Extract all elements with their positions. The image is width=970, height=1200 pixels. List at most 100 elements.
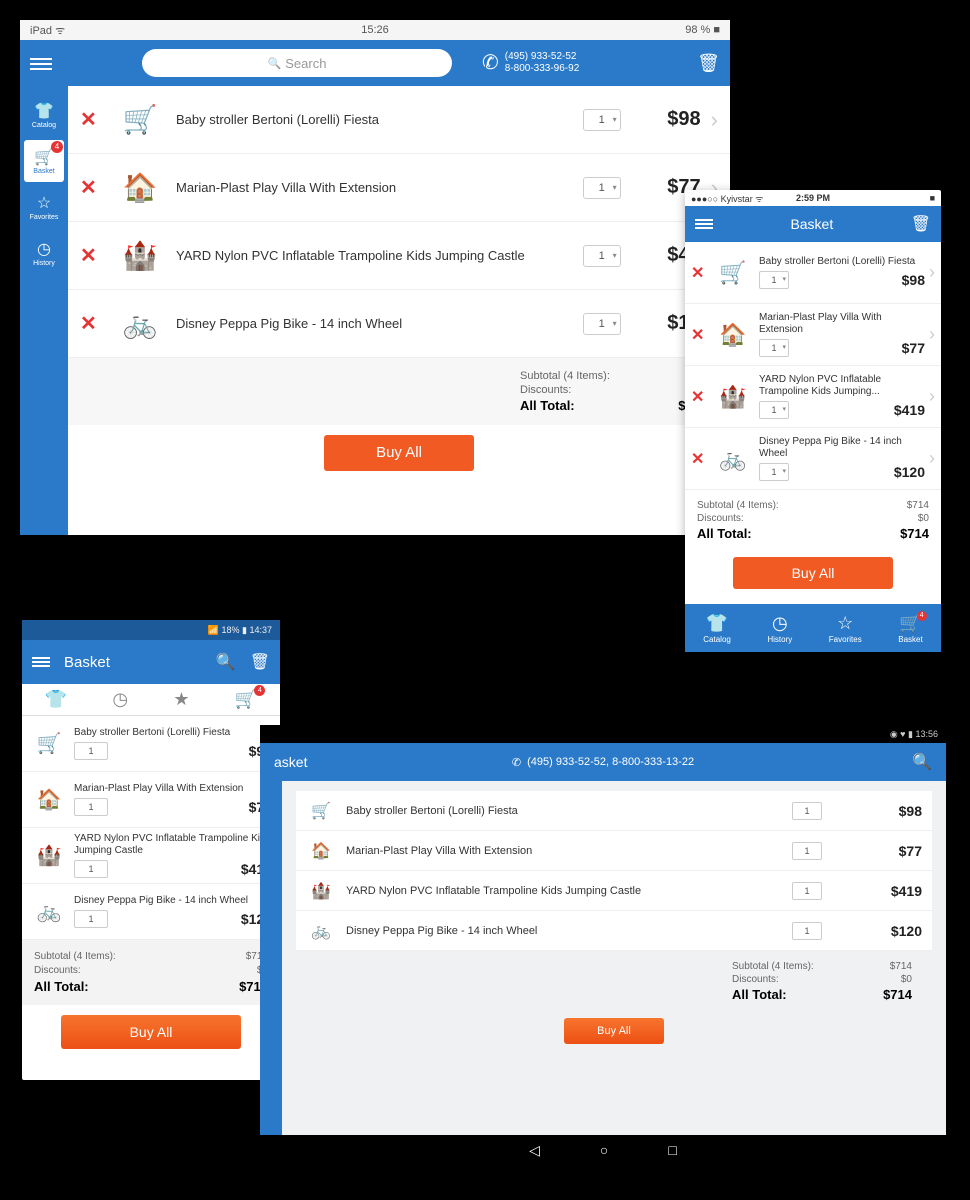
buy-all-button[interactable]: Buy All — [564, 1018, 664, 1044]
status-time: 15:26 — [361, 24, 389, 36]
chevron-right-icon[interactable]: › — [929, 386, 935, 407]
product-name: Baby stroller Bertoni (Lorelli) Fiesta — [74, 727, 272, 739]
buy-all-button[interactable]: Buy All — [733, 557, 893, 589]
back-icon[interactable]: ◁ — [529, 1142, 540, 1159]
basket-row[interactable]: 🏰 YARD Nylon PVC Inflatable Trampoline K… — [296, 871, 932, 911]
tab-history[interactable]: ◷ — [112, 689, 128, 710]
total-label: All Total: — [34, 979, 89, 994]
sidebar-basket[interactable]: 🛒Basket4 — [24, 140, 64, 182]
qty-input[interactable]: 1 — [792, 882, 822, 900]
product-price: $120 — [862, 923, 922, 939]
basket-row[interactable]: ✕ 🚲 Disney Peppa Pig Bike - 14 inch Whee… — [685, 428, 941, 490]
status-bar: ◉ ♥ ▮ 13:56 — [260, 725, 946, 743]
subtotal-label: Subtotal (4 Items): — [697, 500, 779, 511]
qty-input[interactable]: 1 — [792, 922, 822, 940]
buy-all-button[interactable]: Buy All — [61, 1015, 241, 1049]
phone-info: ✆(495) 933-52-52, 8-800-333-13-22 — [512, 756, 694, 769]
sidebar-favorites[interactable]: ☆Favorites — [24, 186, 64, 228]
basket-row[interactable]: ✕ 🏠 Marian-Plast Play Villa With Extensi… — [68, 154, 730, 222]
search-input[interactable]: Search — [142, 49, 452, 77]
qty-input[interactable]: 1 — [792, 802, 822, 820]
product-name: Disney Peppa Pig Bike - 14 inch Wheel — [759, 436, 925, 460]
basket-row[interactable]: 🛒 Baby stroller Bertoni (Lorelli) Fiesta… — [22, 716, 280, 772]
hamburger-icon[interactable] — [695, 217, 713, 231]
search-icon[interactable]: 🔍 — [912, 752, 932, 772]
remove-icon[interactable]: ✕ — [691, 263, 707, 283]
remove-icon[interactable]: ✕ — [80, 243, 104, 268]
qty-select[interactable]: 1 — [583, 177, 621, 199]
sidebar-history[interactable]: ◷History — [24, 232, 64, 274]
remove-icon[interactable]: ✕ — [691, 449, 707, 469]
basket-row[interactable]: ✕ 🏰 YARD Nylon PVC Inflatable Trampoline… — [68, 222, 730, 290]
basket-row[interactable]: 🚲 Disney Peppa Pig Bike - 14 inch Wheel … — [296, 911, 932, 951]
total-label: All Total: — [697, 526, 752, 541]
app-header: Basket 🗑 — [685, 206, 941, 242]
catalog-icon: 👕 — [34, 101, 54, 121]
hamburger-icon[interactable] — [32, 655, 50, 669]
trash-icon[interactable]: 🗑 — [250, 652, 270, 672]
recents-icon[interactable]: □ — [668, 1142, 676, 1158]
chevron-right-icon[interactable]: › — [929, 324, 935, 345]
discounts-value: $0 — [852, 974, 912, 985]
tab-basket[interactable]: 🛒4 — [235, 689, 257, 710]
status-battery: 98 % ■ — [685, 24, 720, 36]
buy-all-button[interactable]: Buy All — [324, 435, 474, 471]
product-thumb: 🏰 — [30, 837, 68, 875]
tab-catalog[interactable]: 👕Catalog — [703, 613, 731, 644]
qty-select[interactable]: 1 — [583, 313, 621, 335]
basket-row[interactable]: 🚲 Disney Peppa Pig Bike - 14 inch Wheel … — [22, 884, 280, 940]
home-icon[interactable]: ○ — [600, 1142, 608, 1158]
app-header: Basket 🔍 🗑 — [22, 640, 280, 684]
basket-row[interactable]: ✕ 🚲 Disney Peppa Pig Bike - 14 inch Whee… — [68, 290, 730, 358]
qty-input[interactable]: 1 — [74, 742, 108, 760]
basket-badge: 4 — [51, 141, 63, 153]
remove-icon[interactable]: ✕ — [691, 387, 707, 407]
search-icon[interactable]: 🔍 — [216, 652, 236, 672]
product-price: $98 — [862, 803, 922, 819]
trash-icon[interactable]: 🗑 — [697, 53, 720, 74]
chevron-right-icon[interactable]: › — [929, 262, 935, 283]
qty-input[interactable]: 1 — [74, 860, 108, 878]
totals-panel: Subtotal (4 Items):$ Discounts: All Tota… — [68, 358, 730, 425]
product-thumb: 🏰 — [306, 876, 336, 906]
tab-history[interactable]: ◷History — [767, 613, 792, 644]
chevron-right-icon[interactable]: › — [929, 448, 935, 469]
basket-row[interactable]: ✕ 🏰 YARD Nylon PVC Inflatable Trampoline… — [685, 366, 941, 428]
qty-select[interactable]: 1 — [759, 339, 789, 357]
clock-icon: ◷ — [37, 239, 51, 259]
qty-select[interactable]: 1 — [759, 463, 789, 481]
device-ipad: iPad ᯤ 15:26 98 % ■ Search ✆ (495) 933-5… — [20, 20, 730, 535]
discounts-label: Discounts: — [34, 965, 81, 976]
qty-select[interactable]: 1 — [583, 109, 621, 131]
basket-row[interactable]: ✕ 🛒 Baby stroller Bertoni (Lorelli) Fies… — [685, 242, 941, 304]
tab-favorites[interactable]: ☆Favorites — [829, 613, 862, 644]
product-price: $98 — [902, 272, 925, 288]
remove-icon[interactable]: ✕ — [80, 175, 104, 200]
basket-row[interactable]: 🏰 YARD Nylon PVC Inflatable Trampoline K… — [22, 828, 280, 884]
qty-select[interactable]: 1 — [759, 271, 789, 289]
tab-row: 👕 ◷ ★ 🛒4 — [22, 684, 280, 716]
qty-select[interactable]: 1 — [583, 245, 621, 267]
subtotal-label: Subtotal (4 Items): — [520, 370, 640, 382]
tab-catalog[interactable]: 👕 — [45, 689, 67, 710]
qty-input[interactable]: 1 — [792, 842, 822, 860]
sidebar-catalog[interactable]: 👕Catalog — [24, 94, 64, 136]
product-thumb: 🏠 — [306, 836, 336, 866]
remove-icon[interactable]: ✕ — [80, 311, 104, 336]
qty-input[interactable]: 1 — [74, 910, 108, 928]
basket-row[interactable]: ✕ 🛒 Baby stroller Bertoni (Lorelli) Fies… — [68, 86, 730, 154]
tab-basket[interactable]: 🛒Basket4 — [898, 613, 922, 644]
tab-favorites[interactable]: ★ — [173, 689, 189, 710]
basket-row[interactable]: 🛒 Baby stroller Bertoni (Lorelli) Fiesta… — [296, 791, 932, 831]
basket-row[interactable]: 🏠 Marian-Plast Play Villa With Extension… — [22, 772, 280, 828]
remove-icon[interactable]: ✕ — [80, 107, 104, 132]
hamburger-icon[interactable] — [30, 55, 52, 71]
chevron-right-icon[interactable]: › — [711, 107, 718, 133]
remove-icon[interactable]: ✕ — [691, 325, 707, 345]
qty-select[interactable]: 1 — [759, 401, 789, 419]
trash-icon[interactable]: 🗑 — [911, 214, 931, 234]
device-android-phone: 📶 18% ▮ 14:37 Basket 🔍 🗑 👕 ◷ ★ 🛒4 🛒 Baby… — [22, 620, 280, 1080]
qty-input[interactable]: 1 — [74, 798, 108, 816]
basket-row[interactable]: 🏠 Marian-Plast Play Villa With Extension… — [296, 831, 932, 871]
basket-row[interactable]: ✕ 🏠 Marian-Plast Play Villa With Extensi… — [685, 304, 941, 366]
